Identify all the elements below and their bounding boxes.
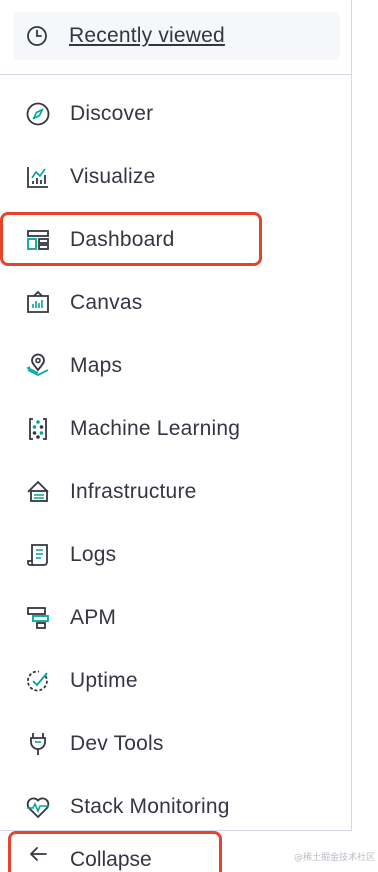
nav-label: Visualize bbox=[70, 164, 156, 188]
recently-viewed-label: Recently viewed bbox=[69, 24, 225, 47]
nav-label: Stack Monitoring bbox=[70, 794, 230, 818]
nav-label: Maps bbox=[70, 353, 123, 377]
watermark: @稀土掘金技术社区 bbox=[294, 853, 376, 863]
nav-item-maps[interactable]: Maps bbox=[0, 334, 352, 397]
arrow-left-icon bbox=[24, 840, 52, 868]
nav-item-canvas[interactable]: Canvas bbox=[0, 271, 352, 334]
canvas-icon bbox=[24, 289, 52, 317]
nav-label: Dev Tools bbox=[70, 731, 164, 755]
clock-icon bbox=[25, 24, 49, 48]
nav-item-uptime[interactable]: Uptime bbox=[0, 649, 352, 712]
recently-viewed-button[interactable]: Recently viewed bbox=[13, 12, 340, 60]
dashboard-icon bbox=[24, 226, 52, 254]
maps-pin-icon bbox=[24, 352, 52, 380]
collapse-label: Collapse bbox=[70, 848, 152, 871]
nav-item-apm[interactable]: APM bbox=[0, 586, 352, 649]
nav-label: Discover bbox=[70, 101, 154, 125]
nav-item-dev-tools[interactable]: Dev Tools bbox=[0, 712, 352, 775]
app-root: Recently viewed Discover Visualize Dashb… bbox=[0, 0, 378, 872]
infrastructure-icon bbox=[24, 478, 52, 506]
divider bbox=[0, 74, 352, 75]
compass-icon bbox=[24, 100, 52, 128]
nav-item-dashboard[interactable]: Dashboard bbox=[0, 208, 352, 271]
nav-label: Canvas bbox=[70, 290, 143, 314]
nav-label: APM bbox=[70, 605, 117, 629]
side-navigation: Recently viewed Discover Visualize Dashb… bbox=[0, 0, 352, 872]
nav-label: Logs bbox=[70, 542, 117, 566]
nav-item-machine-learning[interactable]: Machine Learning bbox=[0, 397, 352, 460]
nav-item-discover[interactable]: Discover bbox=[0, 82, 352, 145]
dev-tools-icon bbox=[24, 730, 52, 758]
apm-icon bbox=[24, 604, 52, 632]
nav-label: Uptime bbox=[70, 668, 138, 692]
visualize-chart-icon bbox=[24, 163, 52, 191]
logs-icon bbox=[24, 541, 52, 569]
nav-item-logs[interactable]: Logs bbox=[0, 523, 352, 586]
nav-list: Discover Visualize Dashboard Canvas Maps… bbox=[0, 82, 352, 838]
nav-label: Dashboard bbox=[70, 227, 175, 251]
stack-monitoring-icon bbox=[24, 793, 52, 821]
machine-learning-icon bbox=[24, 415, 52, 443]
nav-item-stack-monitoring[interactable]: Stack Monitoring bbox=[0, 775, 352, 838]
nav-item-infrastructure[interactable]: Infrastructure bbox=[0, 460, 352, 523]
uptime-icon bbox=[24, 667, 52, 695]
nav-label: Infrastructure bbox=[70, 479, 197, 503]
nav-item-visualize[interactable]: Visualize bbox=[0, 145, 352, 208]
nav-label: Machine Learning bbox=[70, 416, 241, 440]
